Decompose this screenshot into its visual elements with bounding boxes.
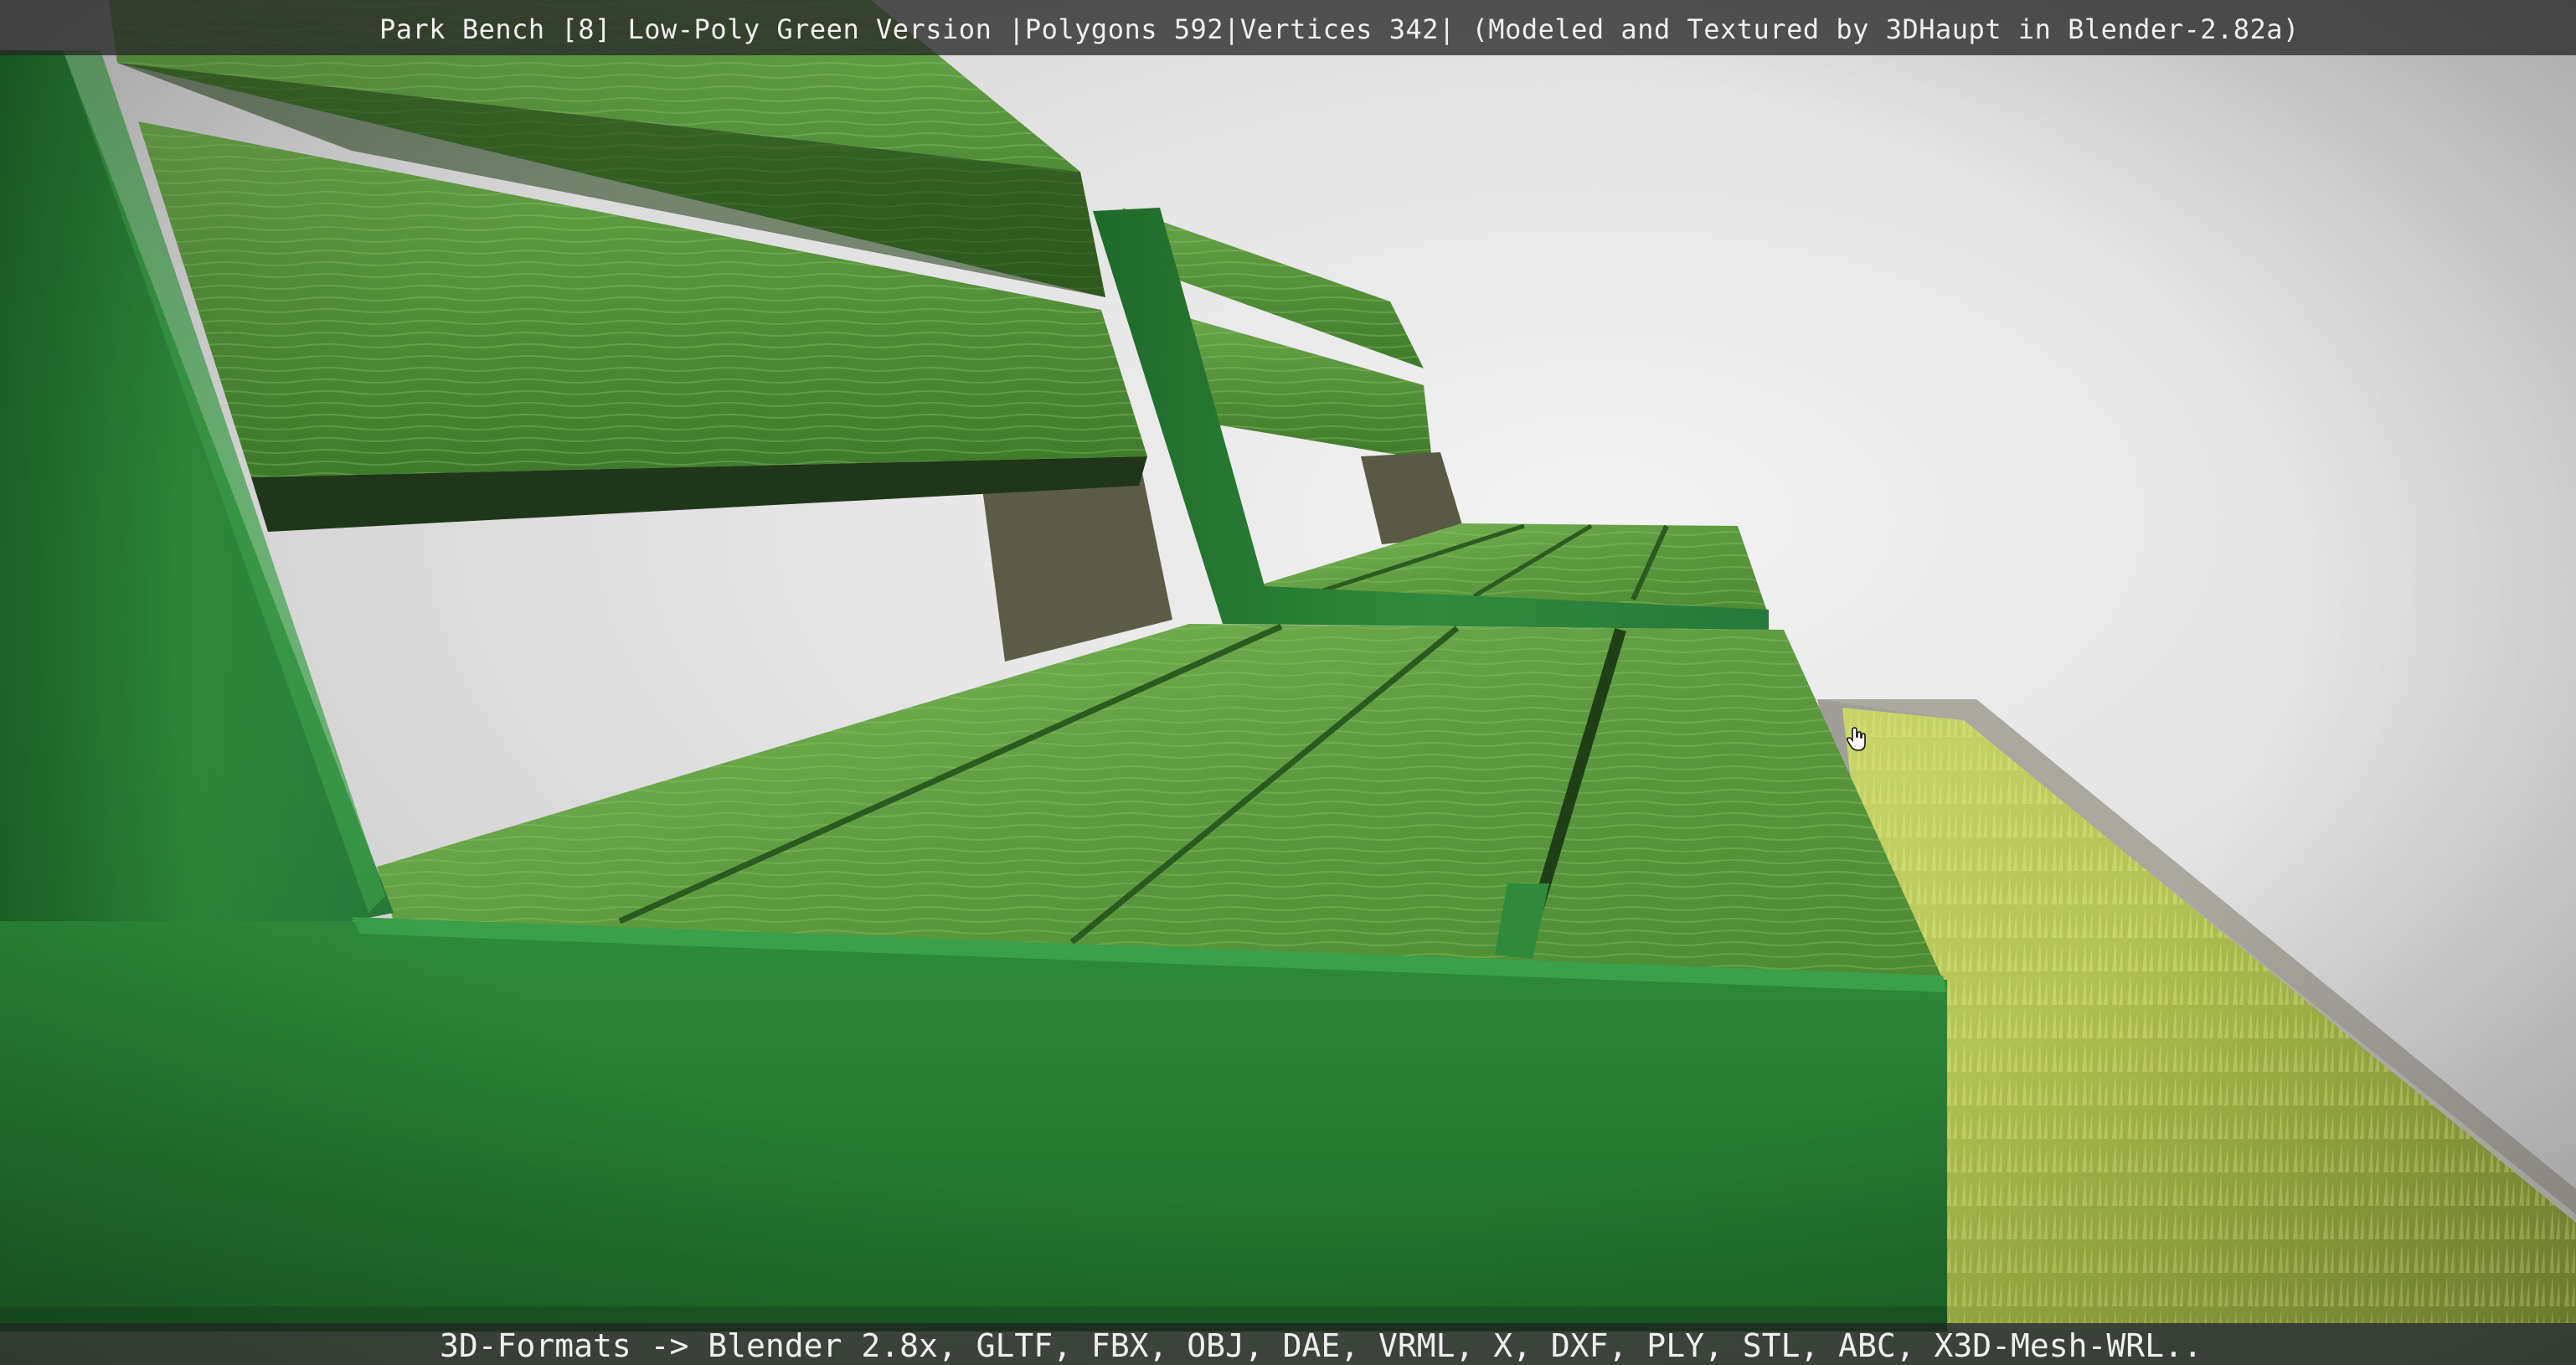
hand-cursor-icon (1846, 727, 1866, 751)
formats-bar: 3D-Formats -> Blender 2.8x, GLTF, FBX, O… (0, 1323, 2576, 1365)
formats-list: 3D-Formats -> Blender 2.8x, GLTF, FBX, O… (440, 1327, 2202, 1364)
3d-viewport[interactable]: Park Bench [8] Low-Poly Green Version |P… (0, 0, 2576, 1365)
model-title: Park Bench [8] Low-Poly Green Version |P… (379, 13, 2300, 45)
model-title-bar: Park Bench [8] Low-Poly Green Version |P… (0, 0, 2576, 55)
park-bench-scene[interactable] (0, 0, 2576, 1365)
near-backrest (109, 0, 1147, 532)
near-seat (377, 623, 1943, 980)
far-bench (1093, 208, 1769, 630)
